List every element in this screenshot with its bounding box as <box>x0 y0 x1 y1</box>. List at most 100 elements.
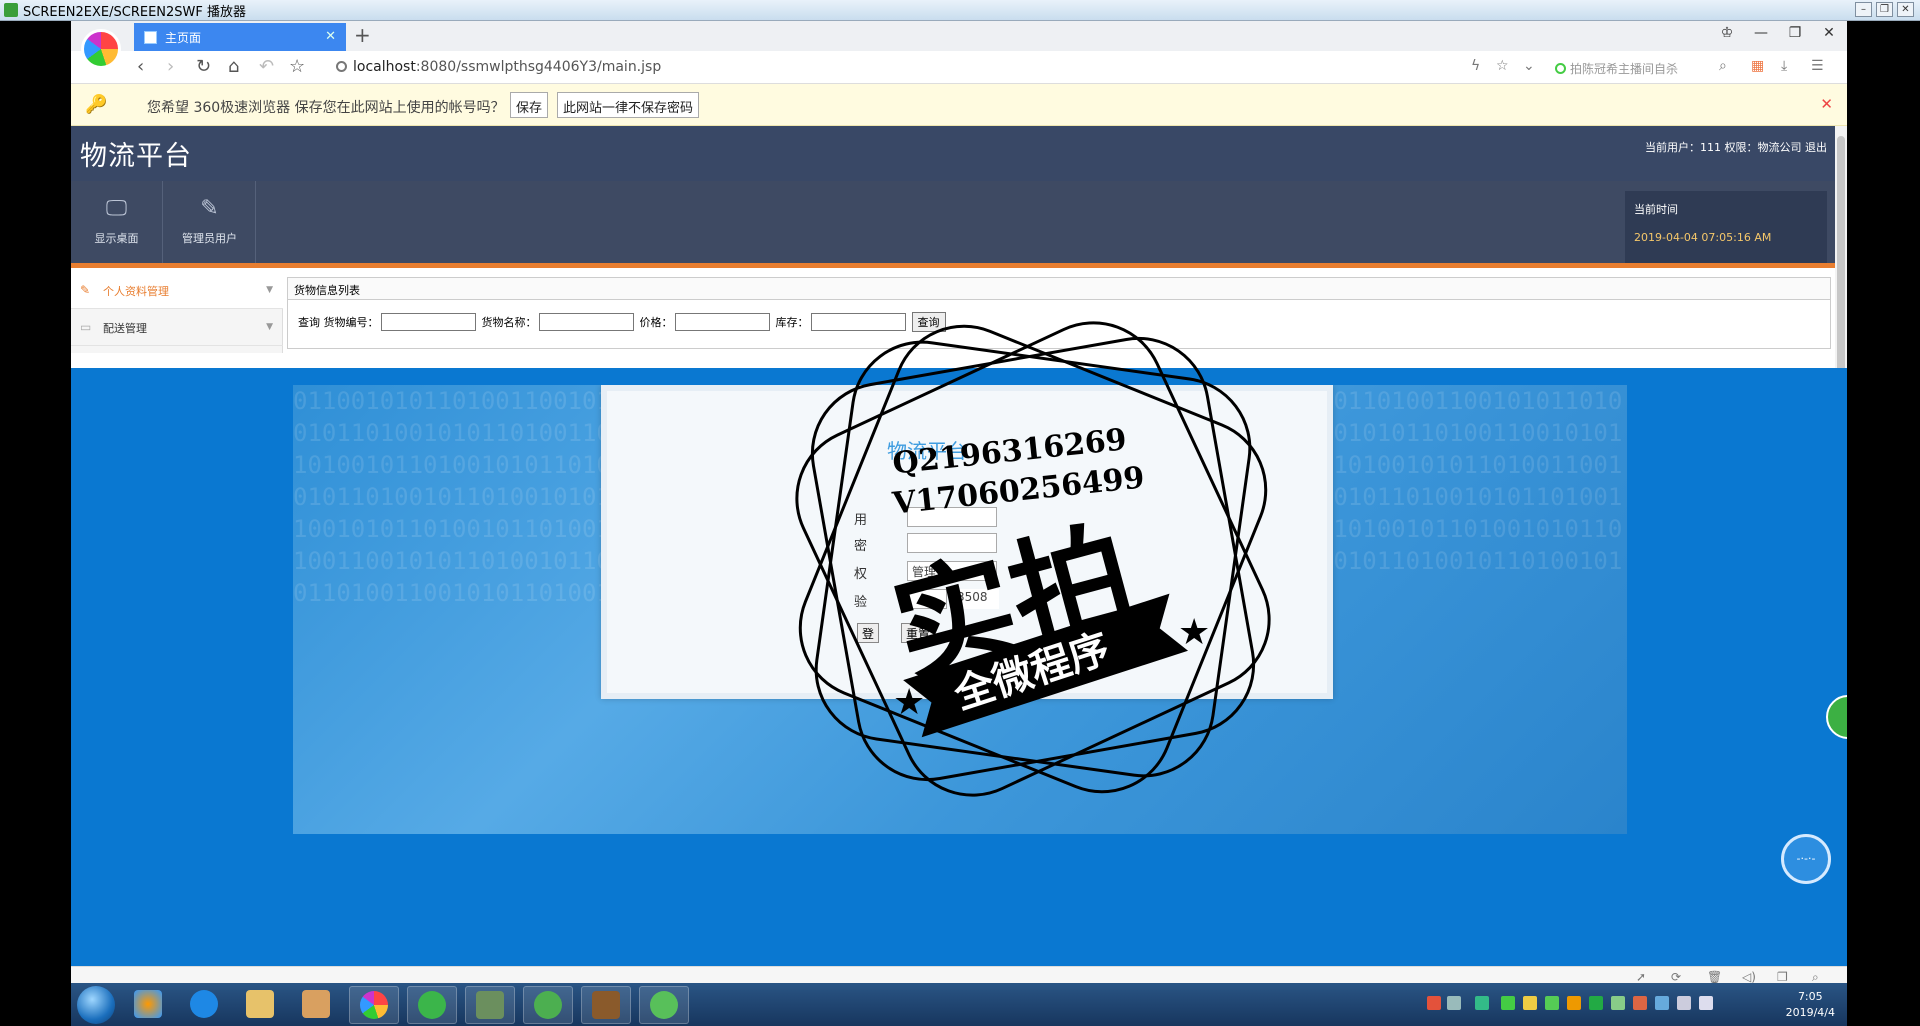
refresh-icon[interactable]: ⟳ <box>1671 970 1681 984</box>
sound-icon[interactable]: ◁) <box>1742 970 1756 984</box>
sidebar-item-label: 配送管理 <box>103 322 147 335</box>
skin-icon[interactable]: ♔ <box>1717 25 1737 41</box>
tray-icon[interactable] <box>1501 996 1515 1010</box>
restore-button[interactable]: ❐ <box>1785 25 1805 41</box>
tray-icon[interactable] <box>1567 996 1581 1010</box>
browser-logo-icon[interactable] <box>81 29 121 69</box>
goods-code-input[interactable] <box>380 313 476 331</box>
key-icon: 🔑 <box>85 94 108 115</box>
taskbar-app-recorder[interactable] <box>639 986 689 1024</box>
player-window-controls: – ❐ ✕ <box>1855 2 1914 17</box>
tray-icon[interactable] <box>1633 996 1647 1010</box>
side-widget-icon[interactable] <box>1826 695 1847 739</box>
tray-icon[interactable] <box>1589 996 1603 1010</box>
search-icon[interactable]: ⌕ <box>1719 58 1727 74</box>
query-prefix: 查询 <box>298 316 320 329</box>
taskbar-app-tool[interactable] <box>581 986 631 1024</box>
lightning-icon[interactable]: ϟ <box>1471 58 1480 74</box>
password-save-bar: 🔑 您希望 360极速浏览器 保存您在此网站上使用的帐号吗？ 保存 此网站一律不… <box>71 84 1847 126</box>
tray-icon[interactable] <box>1545 996 1559 1010</box>
taskbar-app-browser-e[interactable] <box>523 986 573 1024</box>
system-tray: 7:05 2019/4/4 <box>1427 983 1847 1026</box>
document-icon: ▭ <box>80 320 92 334</box>
site-info-icon[interactable] <box>336 61 347 72</box>
sidebar-item-delivery[interactable]: ▭ 配送管理 ▼ <box>71 310 283 346</box>
window-icon[interactable]: ❐ <box>1777 970 1788 984</box>
taskbar-clock[interactable]: 7:05 2019/4/4 <box>1786 989 1835 1021</box>
search-suggestion[interactable]: 拍陈冠希主播间自杀 <box>1555 60 1678 77</box>
player-restore-button[interactable]: ❐ <box>1876 2 1893 17</box>
floating-assist-button[interactable]: -·-·- <box>1781 834 1831 884</box>
favorite-star-icon[interactable]: ☆ <box>1496 58 1509 74</box>
bookmark-star-icon[interactable]: ☆ <box>289 56 305 77</box>
address-bar[interactable]: localhost:8080/ssmwlpthsg4406Y3/main.jsp <box>336 59 661 75</box>
display-icon[interactable] <box>1677 996 1691 1010</box>
forward-icon[interactable]: › <box>167 56 174 77</box>
download-icon[interactable]: ⤓ <box>1781 58 1787 74</box>
input-method-icon[interactable] <box>1427 996 1441 1010</box>
tab-close-icon[interactable]: ✕ <box>325 29 336 44</box>
watermark-stamp: Q2196316269 V17060256499 实拍 全微程序 ★ ★ <box>795 321 1271 797</box>
goods-name-input[interactable] <box>538 313 634 331</box>
taskbar-app-360browser[interactable] <box>349 986 399 1024</box>
player-app-icon <box>4 3 18 17</box>
nav-show-desktop[interactable]: 🖵 显示桌面 <box>71 181 163 263</box>
edit-icon: ✎ <box>80 283 91 297</box>
current-time-box: 当前时间 2019-04-04 07:05:16 AM <box>1625 191 1827 263</box>
tray-icon[interactable] <box>1523 996 1537 1010</box>
tray-icon[interactable] <box>1475 996 1489 1010</box>
sidebar-item-profile[interactable]: ✎ 个人资料管理 ▼ <box>71 273 283 309</box>
current-time-label: 当前时间 <box>1634 203 1678 216</box>
tray-icon[interactable] <box>1611 996 1625 1010</box>
user-info[interactable]: 当前用户：111 权限：物流公司 退出 <box>1645 139 1827 155</box>
trash-icon[interactable]: 🗑 <box>1707 970 1722 984</box>
goods-name-label: 货物名称： <box>481 316 537 329</box>
close-button[interactable]: ✕ <box>1819 25 1839 41</box>
new-tab-button[interactable]: + <box>354 23 371 47</box>
menu-icon[interactable]: ☰ <box>1811 58 1824 74</box>
url-path: :8080/ssmwlpthsg4406Y3/main.jsp <box>415 59 662 75</box>
undo-close-icon[interactable]: ↶ <box>259 56 274 77</box>
taskbar-app-monitor[interactable] <box>465 986 515 1024</box>
taskbar-app-paint[interactable] <box>123 986 173 1024</box>
taskbar-app-explorer[interactable] <box>235 986 285 1024</box>
tab-title: 主页面 <box>165 30 202 45</box>
never-save-button[interactable]: 此网站一律不保存密码 <box>557 92 700 118</box>
taskbar-app-green[interactable] <box>407 986 457 1024</box>
password-bar-close-icon[interactable]: ✕ <box>1820 95 1833 113</box>
password-bar-message: 您希望 360极速浏览器 保存您在此网站上使用的帐号吗？ <box>147 100 505 116</box>
back-icon[interactable]: ‹ <box>137 56 144 77</box>
tray-icon[interactable] <box>1447 996 1461 1010</box>
search-suggestion-text: 拍陈冠希主播间自杀 <box>1570 62 1679 76</box>
volume-icon[interactable] <box>1699 996 1713 1010</box>
chevron-down-icon: ▼ <box>266 322 273 332</box>
reload-icon[interactable]: ↻ <box>196 56 211 77</box>
nav-admin-user[interactable]: ✎ 管理员用户 <box>164 181 256 263</box>
svg-text:★: ★ <box>1178 612 1210 653</box>
chevron-down-icon: ▼ <box>266 285 273 295</box>
rocket-icon[interactable]: ➚ <box>1636 970 1646 984</box>
apps-grid-icon[interactable]: ▦ <box>1751 58 1764 74</box>
player-close-button[interactable]: ✕ <box>1897 2 1914 17</box>
player-minimize-button[interactable]: – <box>1855 2 1872 17</box>
site-header: 物流平台 当前用户：111 权限：物流公司 退出 <box>71 126 1835 181</box>
start-button[interactable] <box>77 986 115 1024</box>
browser-window: 主页面 ✕ + ♔ — ❐ ✕ ‹ › ↻ ⌂ ↶ ☆ localhost:80… <box>71 21 1847 1026</box>
save-password-button[interactable]: 保存 <box>510 92 549 118</box>
screen-recording-player: SCREEN2EXE/SCREEN2SWF 播放器 – ❐ ✕ 主页面 ✕ + … <box>0 0 1920 1026</box>
network-icon[interactable] <box>1655 996 1669 1010</box>
minimize-button[interactable]: — <box>1751 25 1771 41</box>
clock-time: 7:05 <box>1797 990 1823 1003</box>
price-input[interactable] <box>674 313 770 331</box>
dropdown-chevron-icon[interactable]: ⌄ <box>1523 58 1535 74</box>
taskbar-app-ie[interactable] <box>179 986 229 1024</box>
taskbar-app-media[interactable] <box>291 986 341 1024</box>
home-icon[interactable]: ⌂ <box>228 56 239 77</box>
page-favicon-icon <box>144 30 157 44</box>
taskbar: 7:05 2019/4/4 <box>71 983 1847 1026</box>
tab-main-page[interactable]: 主页面 ✕ <box>134 23 346 51</box>
svg-text:★: ★ <box>893 682 925 723</box>
nav-admin-user-label: 管理员用户 <box>182 232 237 245</box>
player-title: SCREEN2EXE/SCREEN2SWF 播放器 <box>23 4 246 20</box>
search-engine-icon <box>1555 63 1566 74</box>
